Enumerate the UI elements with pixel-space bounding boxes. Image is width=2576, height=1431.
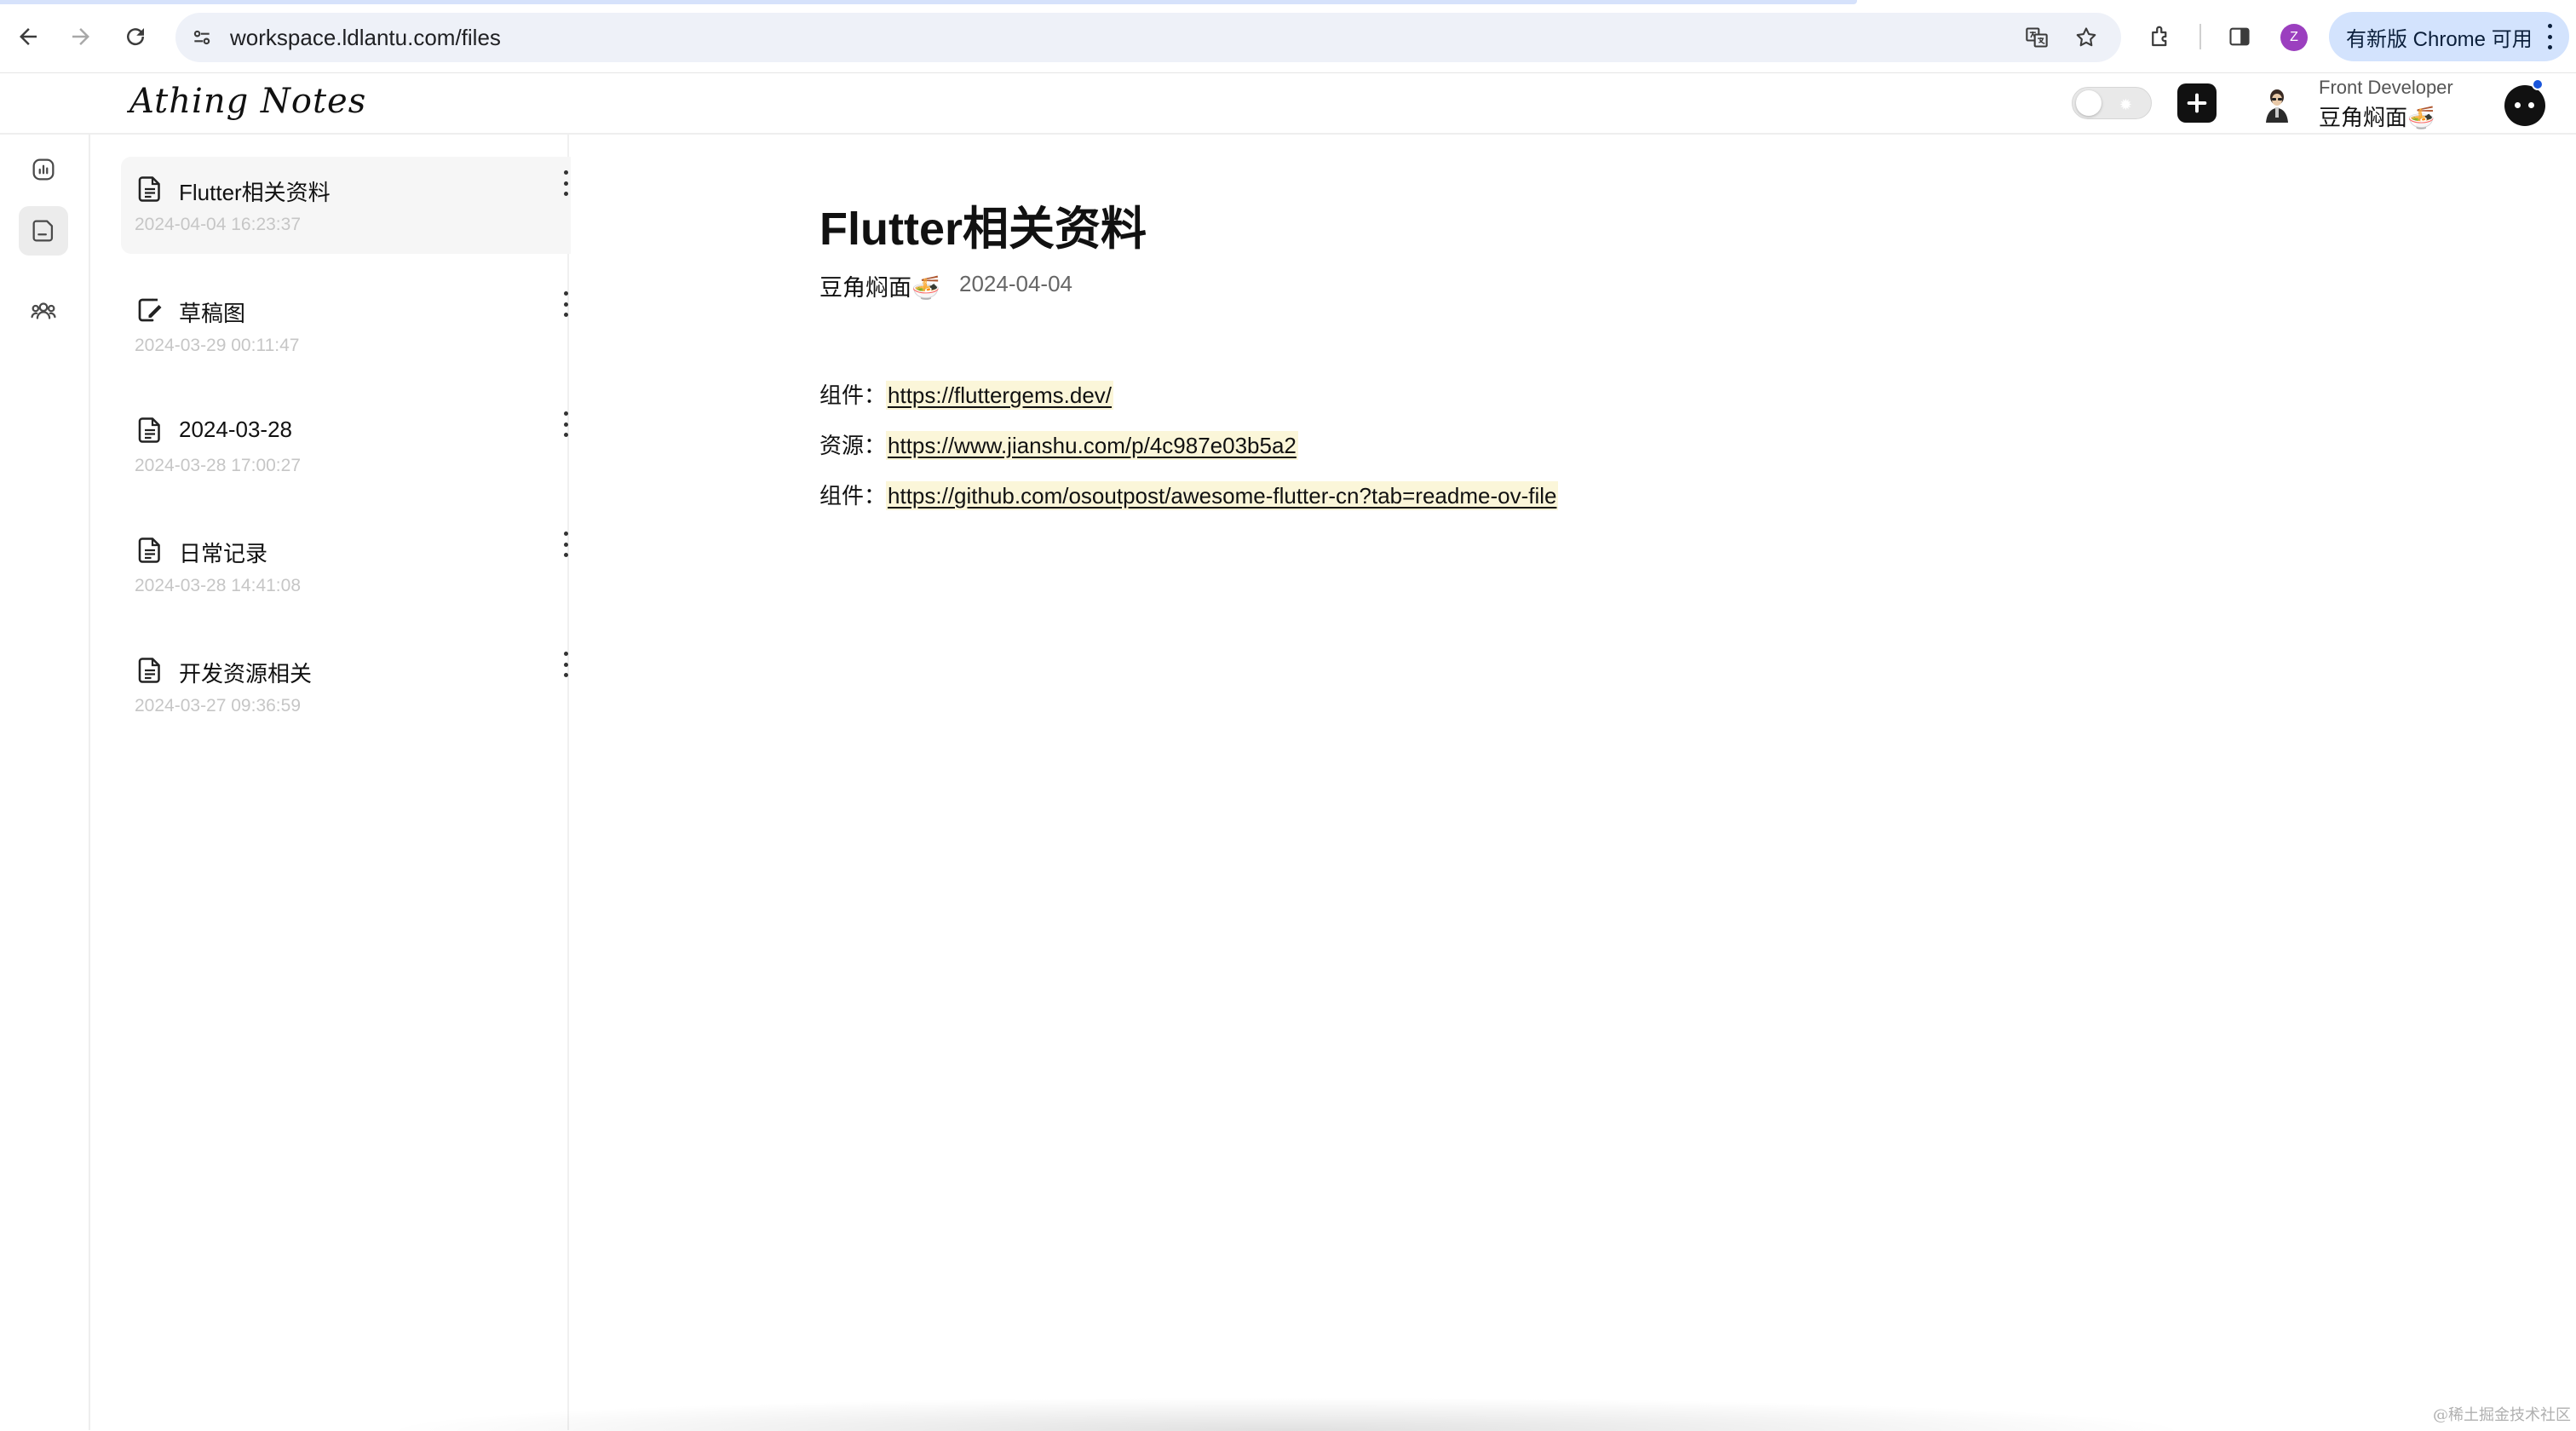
chat-bot-button[interactable]: [2504, 85, 2545, 126]
file-date: 2024-03-28 14:41:08: [135, 576, 301, 596]
rail-files-button[interactable]: [19, 206, 68, 256]
app-logo[interactable]: Athing Notes: [129, 82, 366, 121]
document-line[interactable]: 资源：https://www.jianshu.com/p/4c987e03b5a…: [819, 428, 1298, 460]
add-note-button[interactable]: [2177, 83, 2217, 123]
toolbar-divider: [2199, 24, 2201, 49]
line-label: 组件：: [819, 382, 886, 408]
theme-toggle[interactable]: ✹: [2072, 87, 2152, 119]
back-icon[interactable]: [10, 19, 46, 55]
translate-icon[interactable]: [2022, 23, 2051, 52]
document-icon: [135, 655, 165, 686]
tab-strip: [0, 0, 1857, 4]
sketch-icon: [135, 295, 165, 325]
file-title: Flutter相关资料: [179, 175, 331, 207]
document-icon: [135, 535, 165, 566]
file-item[interactable]: 开发资源相关 2024-03-27 09:36:59: [121, 638, 646, 735]
document-icon: [135, 415, 165, 445]
chrome-update-label: 有新版 Chrome 可用: [2346, 22, 2533, 52]
chrome-menu-icon[interactable]: [2545, 24, 2554, 49]
document-author: 豆角焖面🍜: [819, 269, 940, 302]
document-date: 2024-04-04: [959, 271, 1072, 297]
user-name: 豆角焖面🍜: [2319, 101, 2435, 132]
forward-icon[interactable]: [63, 19, 99, 55]
user-avatar[interactable]: [2259, 85, 2295, 123]
side-panel-icon[interactable]: [2222, 19, 2257, 55]
reload-icon[interactable]: [118, 19, 153, 55]
document-line[interactable]: 组件：https://github.com/osoutpost/awesome-…: [819, 479, 1558, 510]
file-title: 日常记录: [179, 537, 267, 568]
dashboard-icon: [29, 155, 58, 184]
toggle-knob: [2076, 90, 2102, 116]
plus-icon: [2185, 91, 2209, 115]
file-item[interactable]: Flutter相关资料 2024-04-04 16:23:37: [121, 157, 646, 254]
document-icon: [135, 174, 165, 204]
file-date: 2024-03-27 09:36:59: [135, 696, 301, 716]
chat-bot-eye-icon: [2528, 102, 2534, 108]
url-text[interactable]: workspace.ldlantu.com/files: [230, 25, 501, 51]
team-icon: [29, 296, 58, 325]
file-item[interactable]: 日常记录 2024-03-28 14:41:08: [121, 518, 646, 615]
document-editor[interactable]: Flutter相关资料 豆角焖面🍜 2024-04-04 组件：https://…: [571, 135, 2576, 1430]
notification-dot: [2532, 78, 2544, 90]
file-date: 2024-03-28 17:00:27: [135, 456, 301, 476]
line-label: 资源：: [819, 433, 886, 458]
file-item[interactable]: 草稿图 2024-03-29 00:11:47: [121, 278, 646, 375]
site-info-icon[interactable]: [187, 23, 216, 52]
user-role: Front Developer: [2319, 77, 2453, 99]
file-item[interactable]: 2024-03-28 2024-03-28 17:00:27: [121, 398, 646, 495]
files-icon: [29, 216, 58, 245]
sun-icon: ✹: [2119, 96, 2132, 114]
line-label: 组件：: [819, 483, 886, 509]
watermark: @稀土掘金技术社区: [2433, 1403, 2571, 1425]
chrome-update-button[interactable]: 有新版 Chrome 可用: [2329, 12, 2569, 61]
file-title: 2024-03-28: [179, 417, 292, 443]
document-line[interactable]: 组件：https://fluttergems.dev/: [819, 378, 1113, 410]
chat-bot-eye-icon: [2515, 102, 2521, 108]
file-date: 2024-04-04 16:23:37: [135, 215, 301, 235]
profile-avatar[interactable]: Z: [2280, 24, 2308, 51]
extensions-icon[interactable]: [2142, 19, 2178, 55]
bottom-shadow: [375, 1397, 2198, 1431]
rail-dashboard-button[interactable]: [19, 145, 68, 194]
file-title: 草稿图: [179, 296, 245, 328]
file-title: 开发资源相关: [179, 657, 312, 688]
document-link[interactable]: https://github.com/osoutpost/awesome-flu…: [886, 481, 1558, 510]
document-link[interactable]: https://www.jianshu.com/p/4c987e03b5a2: [886, 431, 1298, 460]
left-nav-rail: [0, 135, 90, 1430]
file-list: Flutter相关资料 2024-04-04 16:23:37 草稿图 2024…: [92, 135, 569, 1430]
app-header: Athing Notes ✹ Front Developer 豆角焖面🍜: [0, 73, 2576, 135]
document-link[interactable]: https://fluttergems.dev/: [886, 381, 1113, 410]
file-date: 2024-03-29 00:11:47: [135, 336, 299, 356]
browser-toolbar: workspace.ldlantu.com/files Z 有新版 Chrome…: [0, 0, 2576, 73]
document-title[interactable]: Flutter相关资料: [819, 191, 1147, 258]
bookmark-star-icon[interactable]: [2072, 23, 2101, 52]
rail-team-button[interactable]: [19, 286, 68, 336]
address-bar[interactable]: workspace.ldlantu.com/files: [175, 13, 2121, 62]
